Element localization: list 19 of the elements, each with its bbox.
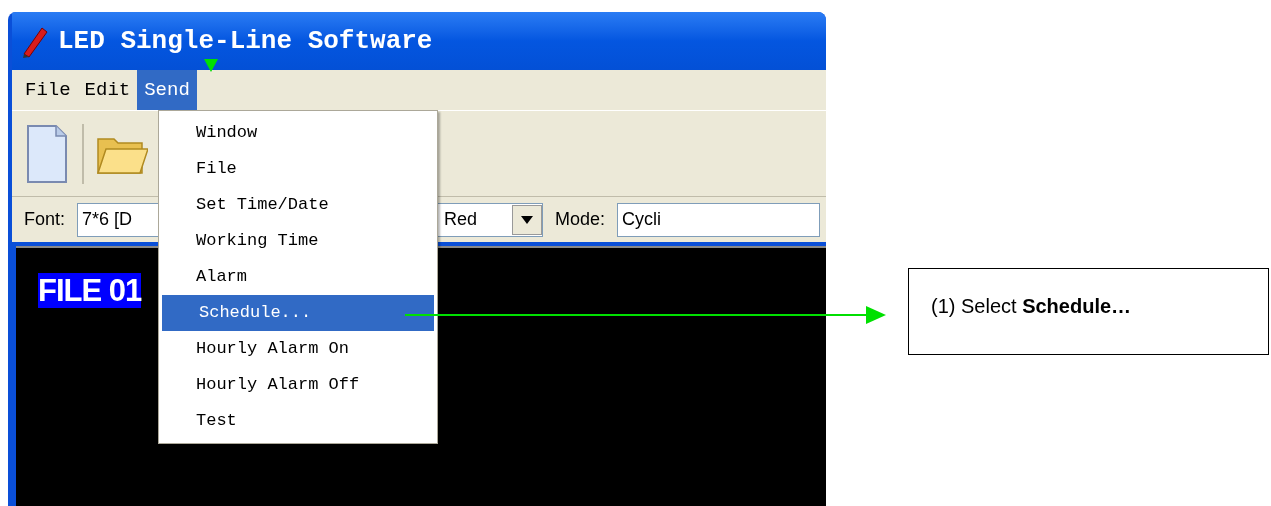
menu-entry[interactable]: Hourly Alarm On [159, 331, 437, 367]
menu-item[interactable]: File [18, 70, 78, 110]
callout-text: (1) Select Schedule… [931, 295, 1132, 317]
menu-entry[interactable]: Window [159, 115, 437, 151]
pointer-arrow [204, 58, 218, 72]
mode-field[interactable]: Cycli [617, 202, 820, 237]
font-label: Font: [23, 208, 67, 231]
menu-entry[interactable]: Set Time/Date [159, 187, 437, 223]
new-document-icon [24, 123, 70, 184]
menu-item[interactable]: Send [137, 70, 197, 110]
menu-entry[interactable]: Test [159, 403, 437, 439]
window-title: LED Single-Line Software [58, 24, 433, 58]
menu-entry[interactable]: Working Time [159, 223, 437, 259]
menu-entry[interactable]: Hourly Alarm Off [159, 367, 437, 403]
menu-entry[interactable]: Alarm [159, 259, 437, 295]
mode-label: Mode: [554, 208, 607, 231]
menu-item[interactable]: Edit [77, 70, 138, 110]
menu-entry[interactable]: File [159, 151, 437, 187]
menu-entry[interactable]: Schedule... [162, 295, 434, 331]
